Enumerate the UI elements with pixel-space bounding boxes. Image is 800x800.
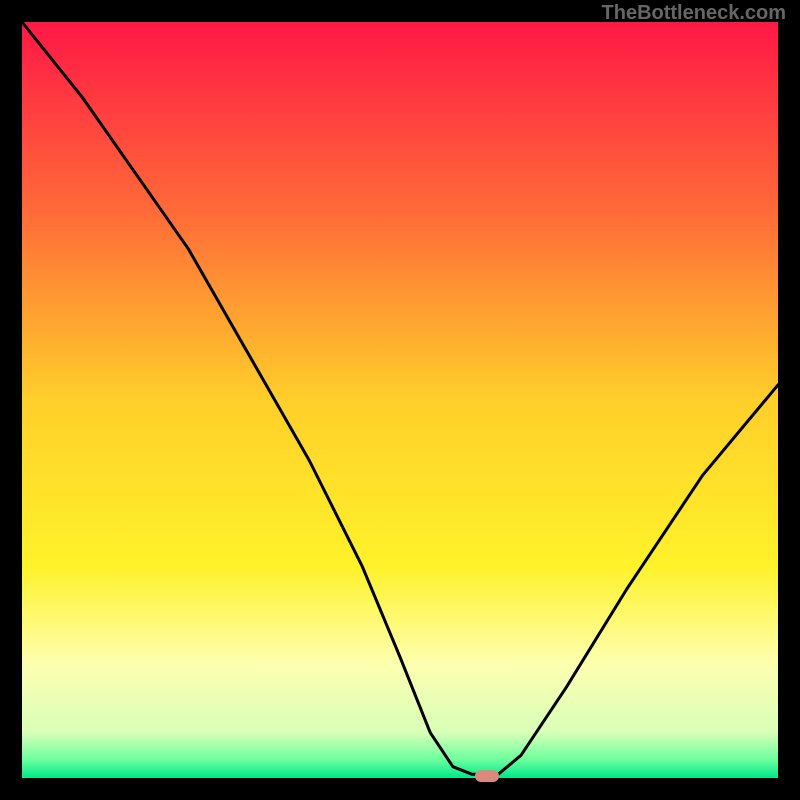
optimal-marker <box>475 770 499 782</box>
plot-frame <box>22 22 778 778</box>
plot-background <box>22 22 778 778</box>
watermark-text: TheBottleneck.com <box>602 2 786 25</box>
